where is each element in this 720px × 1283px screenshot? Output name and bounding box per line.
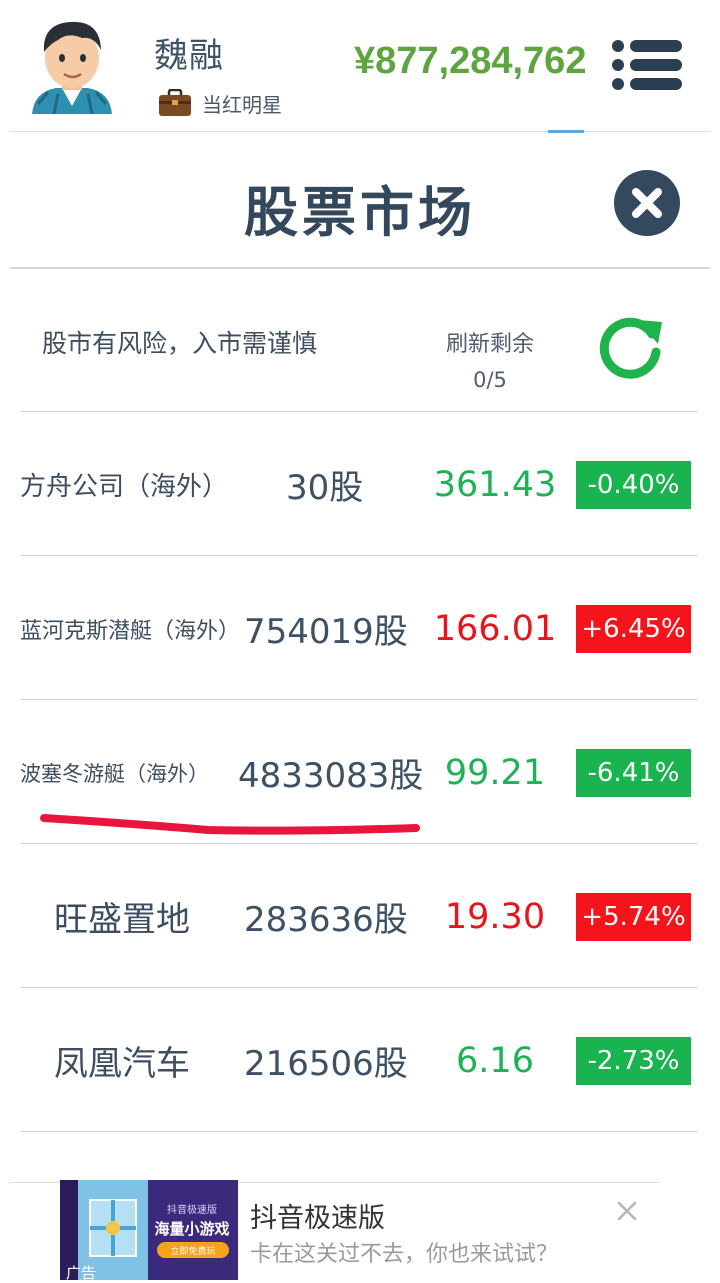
row-divider	[20, 1131, 698, 1132]
red-pen-underline	[40, 814, 420, 835]
stock-row-lanhe[interactable]: 蓝河克斯潜艇（海外） 754019股 166.01 +6.45%	[0, 557, 720, 700]
row-divider	[20, 699, 698, 700]
ad-image-line1: 抖音极速版	[167, 1203, 217, 1216]
stock-row-fenghuang[interactable]: 凤凰汽车 216506股 6.16 -2.73%	[0, 989, 720, 1132]
close-circle-icon[interactable]	[612, 168, 682, 238]
ad-app-name[interactable]: 抖音极速版	[250, 1196, 385, 1235]
header-divider	[10, 131, 710, 132]
player-title-row: 当红明星	[158, 86, 282, 120]
stock-shares: 283636股	[244, 900, 408, 940]
avatar[interactable]	[28, 14, 116, 116]
stock-name: 凤凰汽车	[54, 1044, 190, 1084]
player-name: 魏融	[154, 36, 224, 76]
stock-row-wangsheng[interactable]: 旺盛置地 283636股 19.30 +5.74%	[0, 845, 720, 988]
stock-change-badge: +6.45%	[576, 605, 691, 653]
ad-subtitle: 卡在这关过不去，你也来试试？	[250, 1242, 559, 1267]
stock-name: 蓝河克斯潜艇（海外）	[20, 618, 241, 644]
scroll-indicator	[548, 130, 584, 133]
row-divider	[20, 555, 698, 556]
refresh-count: 0/5	[473, 368, 507, 392]
title-divider	[10, 267, 710, 269]
row-divider	[20, 987, 698, 988]
risk-notice: 股市有风险，入市需谨慎	[42, 329, 318, 358]
stock-price: 166.01	[433, 608, 557, 649]
row-divider	[20, 411, 698, 412]
stock-row-fangzhou[interactable]: 方舟公司（海外） 30股 361.43 -0.40%	[0, 413, 720, 556]
ad-image-line2: 海量小游戏	[154, 1220, 229, 1238]
stock-change-badge: -2.73%	[576, 1037, 691, 1085]
refresh-label: 刷新剩余	[445, 332, 534, 357]
stock-change-badge: -0.40%	[576, 461, 691, 509]
ad-close-icon[interactable]	[612, 1196, 642, 1226]
ad-image-button: 立即免费玩	[170, 1245, 215, 1257]
row-divider	[20, 843, 698, 844]
stock-shares: 30股	[286, 468, 364, 508]
stock-price: 99.21	[444, 752, 546, 793]
top-bar: 魏融 当红明星 ¥877,284,762	[0, 0, 720, 132]
stock-change-badge: +5.74%	[576, 893, 691, 941]
hamburger-menu-icon[interactable]	[610, 38, 684, 92]
stock-name: 旺盛置地	[54, 900, 190, 940]
stock-price: 361.43	[433, 464, 557, 505]
stock-shares: 216506股	[244, 1044, 408, 1084]
stock-price: 19.30	[444, 896, 546, 937]
briefcase-icon	[159, 89, 191, 116]
player-title: 当红明星	[202, 92, 282, 117]
money-balance: ¥877,284,762	[354, 40, 587, 82]
stock-shares: 754019股	[244, 612, 408, 652]
stock-change-badge: -6.41%	[576, 749, 691, 797]
stock-price: 6.16	[456, 1040, 534, 1081]
refresh-icon[interactable]	[598, 312, 666, 380]
stock-name: 方舟公司（海外）	[20, 472, 229, 502]
